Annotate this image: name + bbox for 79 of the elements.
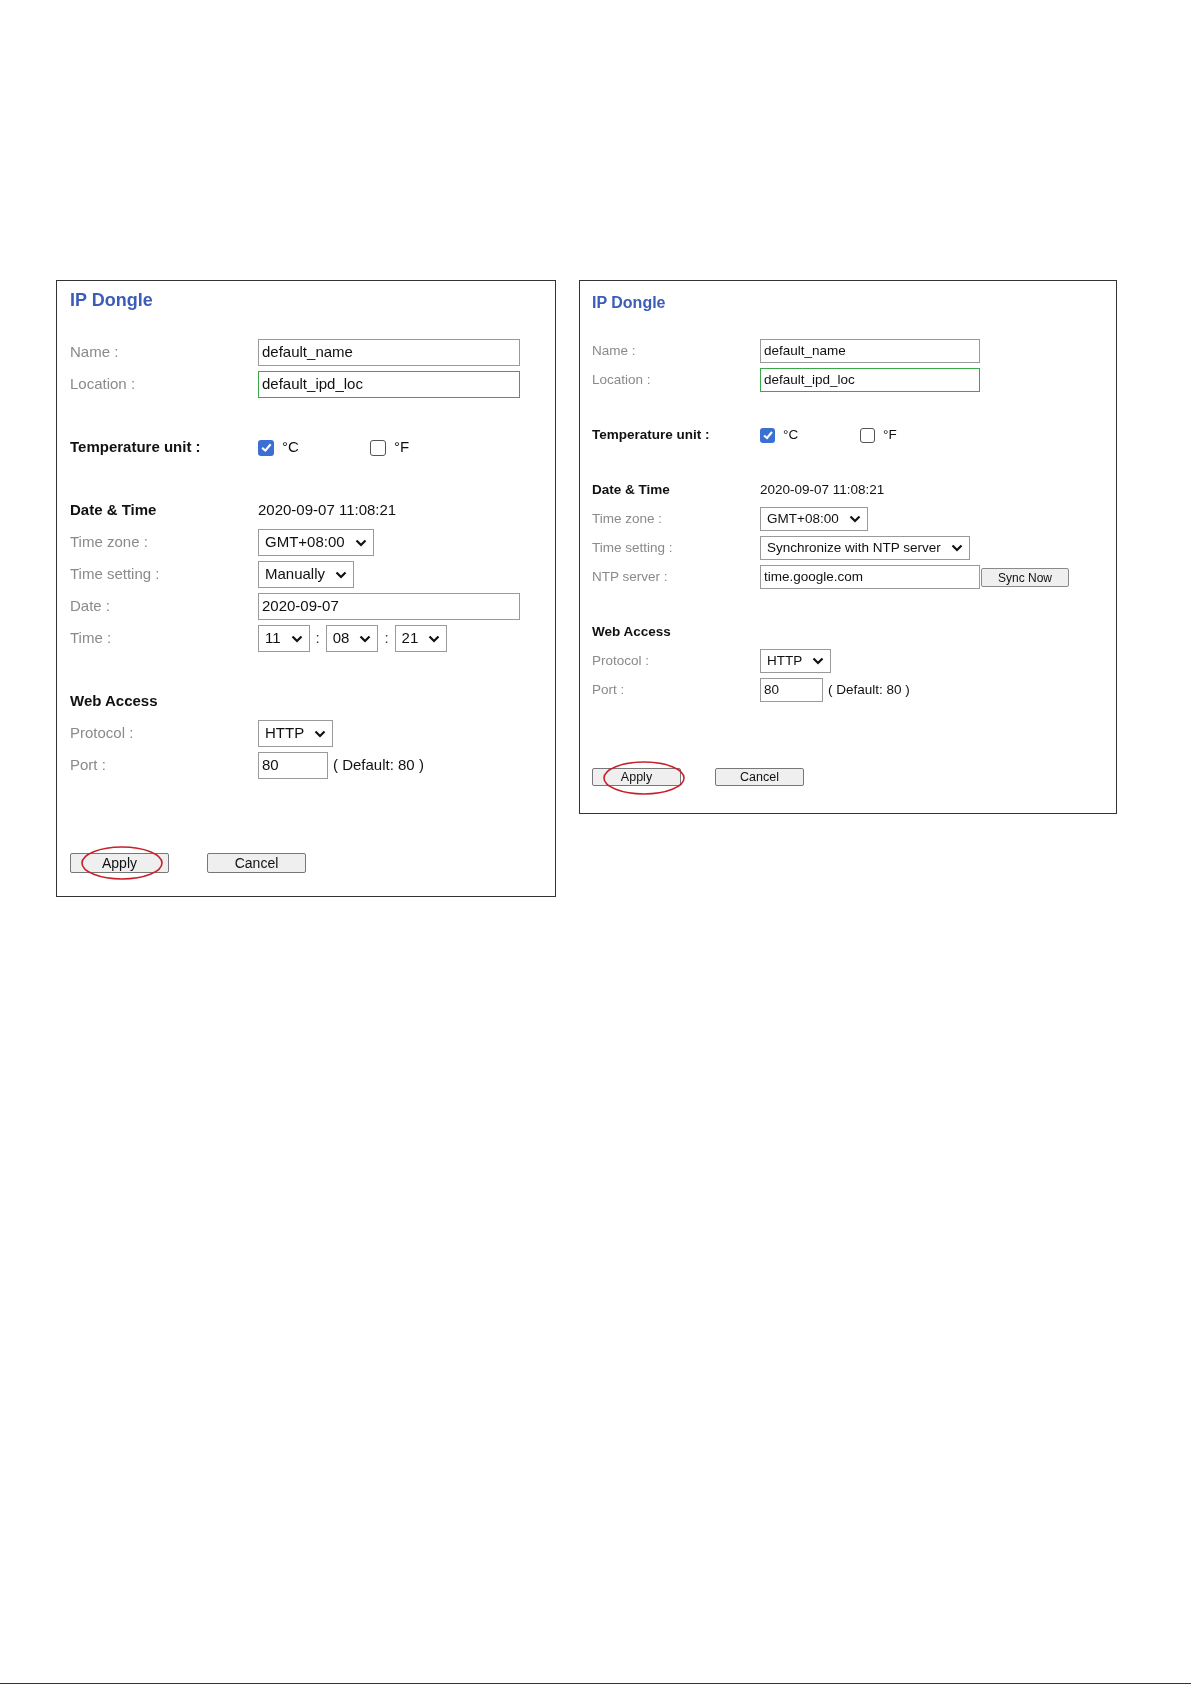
dropdown-value: 11 — [265, 628, 281, 649]
dropdown[interactable]: GMT+08:00 — [760, 507, 868, 531]
current-datetime: 2020-09-07 11:08:21 — [760, 480, 885, 499]
checkbox[interactable] — [760, 427, 775, 443]
text-field[interactable]: default_ipd_loc — [258, 371, 520, 398]
dropdown-value: HTTP — [265, 723, 305, 744]
field-label: Location : — [70, 374, 137, 395]
dropdown[interactable]: HTTP — [258, 720, 334, 747]
field-label: Protocol : — [592, 651, 651, 670]
field-label: Protocol : — [70, 723, 135, 744]
checkbox-label: °C — [783, 425, 799, 444]
time-separator: : — [314, 628, 321, 649]
field-label: Location : — [592, 370, 652, 389]
text-field[interactable]: default_name — [258, 339, 520, 366]
cancel-button[interactable]: Cancel — [207, 853, 306, 873]
field-label: Date : — [70, 596, 112, 617]
dropdown[interactable]: Synchronize with NTP server — [760, 536, 970, 560]
field-label: Time setting : — [70, 564, 161, 585]
checkbox[interactable] — [860, 427, 875, 443]
text-field[interactable]: 80 — [760, 678, 823, 702]
section-heading: Web Access — [592, 622, 672, 641]
section-heading: Date & Time — [70, 500, 158, 521]
dropdown-value: GMT+08:00 — [767, 509, 839, 528]
text-field[interactable]: 2020-09-07 — [258, 593, 520, 620]
checkmark-icon — [761, 429, 774, 441]
checkbox-label: °C — [282, 437, 299, 458]
dropdown[interactable]: GMT+08:00 — [258, 529, 374, 556]
cancel-button[interactable]: Cancel — [715, 768, 804, 786]
field-label: Time zone : — [592, 509, 664, 528]
field-label: Port : — [592, 680, 626, 699]
panel-title: IP Dongle — [70, 289, 154, 312]
dropdown-value: HTTP — [767, 651, 803, 670]
field-label: Time zone : — [70, 532, 149, 553]
time-separator: : — [383, 628, 390, 649]
chevron-down-icon — [290, 634, 303, 643]
chevron-down-icon — [428, 634, 441, 643]
dropdown[interactable]: 21 — [394, 625, 448, 652]
chevron-down-icon — [314, 729, 327, 738]
dropdown[interactable]: HTTP — [760, 649, 832, 673]
dropdown-value: Synchronize with NTP server — [767, 538, 941, 557]
chevron-down-icon — [354, 538, 367, 547]
chevron-down-icon — [848, 515, 861, 523]
panel-title: IP Dongle — [592, 293, 667, 313]
dropdown-value: Manually — [265, 564, 326, 585]
default-port-note: ( Default: 80 ) — [333, 755, 424, 776]
sync-now-button[interactable]: Sync Now — [981, 567, 1069, 587]
default-port-note: ( Default: 80 ) — [828, 680, 910, 699]
section-heading: Date & Time — [592, 480, 671, 499]
dropdown[interactable]: Manually — [258, 561, 355, 588]
text-field[interactable]: default_name — [760, 339, 980, 363]
chevron-down-icon — [359, 634, 372, 643]
checkmark-icon — [259, 441, 273, 454]
dropdown-value: 21 — [401, 628, 419, 649]
field-label: Time setting : — [592, 538, 674, 557]
checkbox[interactable] — [370, 439, 386, 456]
field-label: Time : — [70, 628, 113, 649]
checkbox[interactable] — [258, 439, 274, 456]
chevron-down-icon — [335, 570, 348, 579]
checkbox-label: °F — [883, 425, 897, 444]
field-label: NTP server : — [592, 567, 669, 586]
section-heading: Temperature unit : — [592, 425, 711, 444]
section-heading: Temperature unit : — [70, 437, 202, 458]
checkbox-label: °F — [394, 437, 410, 458]
dropdown[interactable]: 08 — [325, 625, 379, 652]
current-datetime: 2020-09-07 11:08:21 — [258, 500, 397, 521]
text-field[interactable]: default_ipd_loc — [760, 368, 980, 392]
field-label: Port : — [70, 755, 107, 776]
text-field[interactable]: 80 — [258, 752, 328, 779]
dropdown-value: 08 — [332, 628, 350, 649]
text-field[interactable]: time.google.com — [760, 565, 980, 589]
chevron-down-icon — [950, 544, 963, 552]
section-heading: Web Access — [70, 691, 159, 712]
dropdown-value: GMT+08:00 — [265, 532, 345, 553]
field-label: Name : — [592, 341, 637, 360]
chevron-down-icon — [812, 657, 825, 665]
dropdown[interactable]: 11 — [258, 625, 310, 652]
apply-button[interactable]: Apply — [70, 853, 169, 873]
apply-button[interactable]: Apply — [592, 768, 681, 786]
field-label: Name : — [70, 342, 120, 363]
